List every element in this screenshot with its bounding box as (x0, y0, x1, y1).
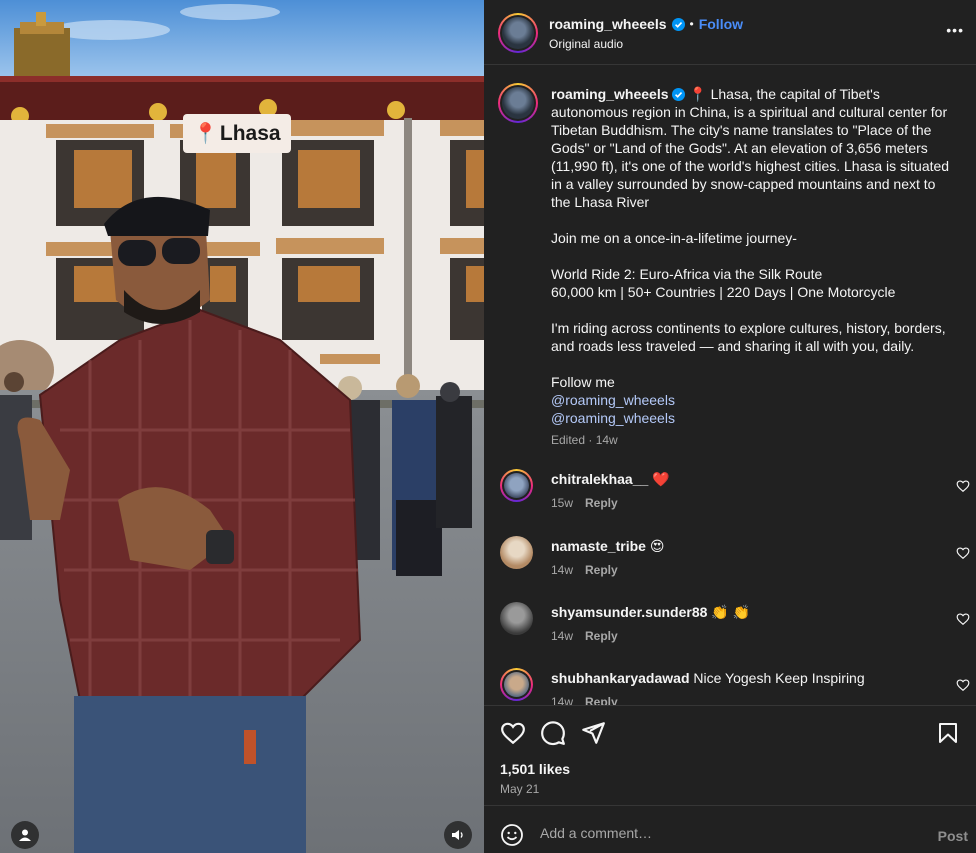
smiley-icon[interactable] (500, 823, 524, 847)
comment-item: chitralekhaa__ ❤️ 15w Reply (484, 469, 976, 529)
comment-avatar[interactable] (500, 536, 533, 569)
comments-section[interactable]: roaming_wheeels 📍 Lhasa, the capital of … (484, 65, 976, 705)
comment-composer: Post (484, 805, 976, 853)
bookmark-icon[interactable] (936, 720, 960, 746)
caption-pin-icon: 📍 (689, 86, 707, 102)
caption-avatar[interactable] (498, 83, 538, 123)
caption-edited-timestamp: Edited · 14w (551, 433, 618, 447)
comment-item: shubhankaryadawad Nice Yogesh Keep Inspi… (484, 668, 976, 705)
action-bar: 1,501 likes May 21 (484, 705, 976, 805)
location-sticker[interactable]: 📍 Lhasa (183, 114, 291, 153)
caption-username[interactable]: roaming_wheeels (551, 86, 669, 102)
comment-username[interactable]: namaste_tribe (551, 538, 646, 554)
location-name: Lhasa (219, 121, 281, 145)
caption-ride-title: World Ride 2: Euro-Africa via the Silk R… (551, 266, 823, 282)
comment-emoji: ❤️ (652, 471, 670, 487)
comment-bubble-icon[interactable] (540, 720, 566, 746)
tagged-users-button[interactable] (11, 821, 39, 849)
user-tag-icon (19, 829, 31, 841)
comment-like-heart-icon[interactable] (956, 479, 970, 493)
reply-button[interactable]: Reply (585, 695, 618, 705)
comment-like-heart-icon[interactable] (956, 612, 970, 626)
more-options-icon[interactable]: ••• (946, 22, 964, 38)
reply-button[interactable]: Reply (585, 629, 618, 643)
post-date: May 21 (500, 782, 540, 796)
comment-age: 14w (551, 563, 574, 577)
header-avatar[interactable] (498, 13, 538, 53)
reel-video[interactable]: 📍 Lhasa (0, 0, 484, 853)
comment-age: 15w (551, 496, 574, 510)
comment-age: 14w (551, 695, 574, 705)
follow-button[interactable]: Follow (699, 16, 743, 32)
reply-button[interactable]: Reply (585, 563, 618, 577)
add-comment-input[interactable] (540, 821, 900, 845)
comment-username[interactable]: shubhankaryadawad (551, 670, 690, 686)
verified-badge-icon (672, 88, 686, 101)
verified-badge-icon (671, 17, 685, 31)
header-username[interactable]: roaming_wheeels (549, 16, 667, 32)
comment-item: shyamsunder.sunder88 👏 👏 14w Reply (484, 602, 976, 662)
comment-avatar[interactable] (500, 668, 533, 701)
post-comment-button[interactable]: Post (938, 828, 968, 844)
like-heart-icon[interactable] (500, 720, 526, 746)
likes-count[interactable]: 1,501 likes (500, 761, 570, 777)
caption-journey: Join me on a once-in-a-lifetime journey- (551, 230, 797, 246)
audio-label[interactable]: Original audio (549, 37, 623, 51)
caption-ride-stats: 60,000 km | 50+ Countries | 220 Days | O… (551, 284, 896, 300)
post-header: roaming_wheeels • Follow Original audio … (484, 0, 976, 65)
comment-like-heart-icon[interactable] (956, 678, 970, 692)
comment-like-heart-icon[interactable] (956, 546, 970, 560)
comment-text: Nice Yogesh Keep Inspiring (693, 670, 865, 686)
comment-emoji: 👏 👏 (711, 604, 751, 620)
location-pin-icon: 📍 (193, 122, 218, 145)
mention-link[interactable]: @roaming_wheeels (551, 391, 953, 409)
comment-age: 14w (551, 629, 574, 643)
speaker-icon (452, 830, 463, 840)
paper-plane-icon[interactable] (580, 720, 606, 746)
audio-toggle-button[interactable] (444, 821, 472, 849)
reply-button[interactable]: Reply (585, 496, 618, 510)
comment-username[interactable]: shyamsunder.sunder88 (551, 604, 707, 620)
comment-avatar[interactable] (500, 469, 533, 502)
caption: roaming_wheeels 📍 Lhasa, the capital of … (551, 85, 953, 449)
mention-link[interactable]: @roaming_wheeels (551, 409, 953, 427)
post-panel: roaming_wheeels • Follow Original audio … (484, 0, 976, 853)
comment-item: namaste_tribe 😍 14w Reply (484, 536, 976, 596)
comment-emoji: 😍 (649, 538, 665, 554)
caption-intro: Lhasa, the capital of Tibet's autonomous… (551, 86, 950, 210)
caption-follow-me: Follow me (551, 374, 615, 390)
caption-mission: I'm riding across continents to explore … (551, 320, 946, 354)
comment-username[interactable]: chitralekhaa__ (551, 471, 648, 487)
header-separator: • (689, 17, 694, 31)
comment-avatar[interactable] (500, 602, 533, 635)
